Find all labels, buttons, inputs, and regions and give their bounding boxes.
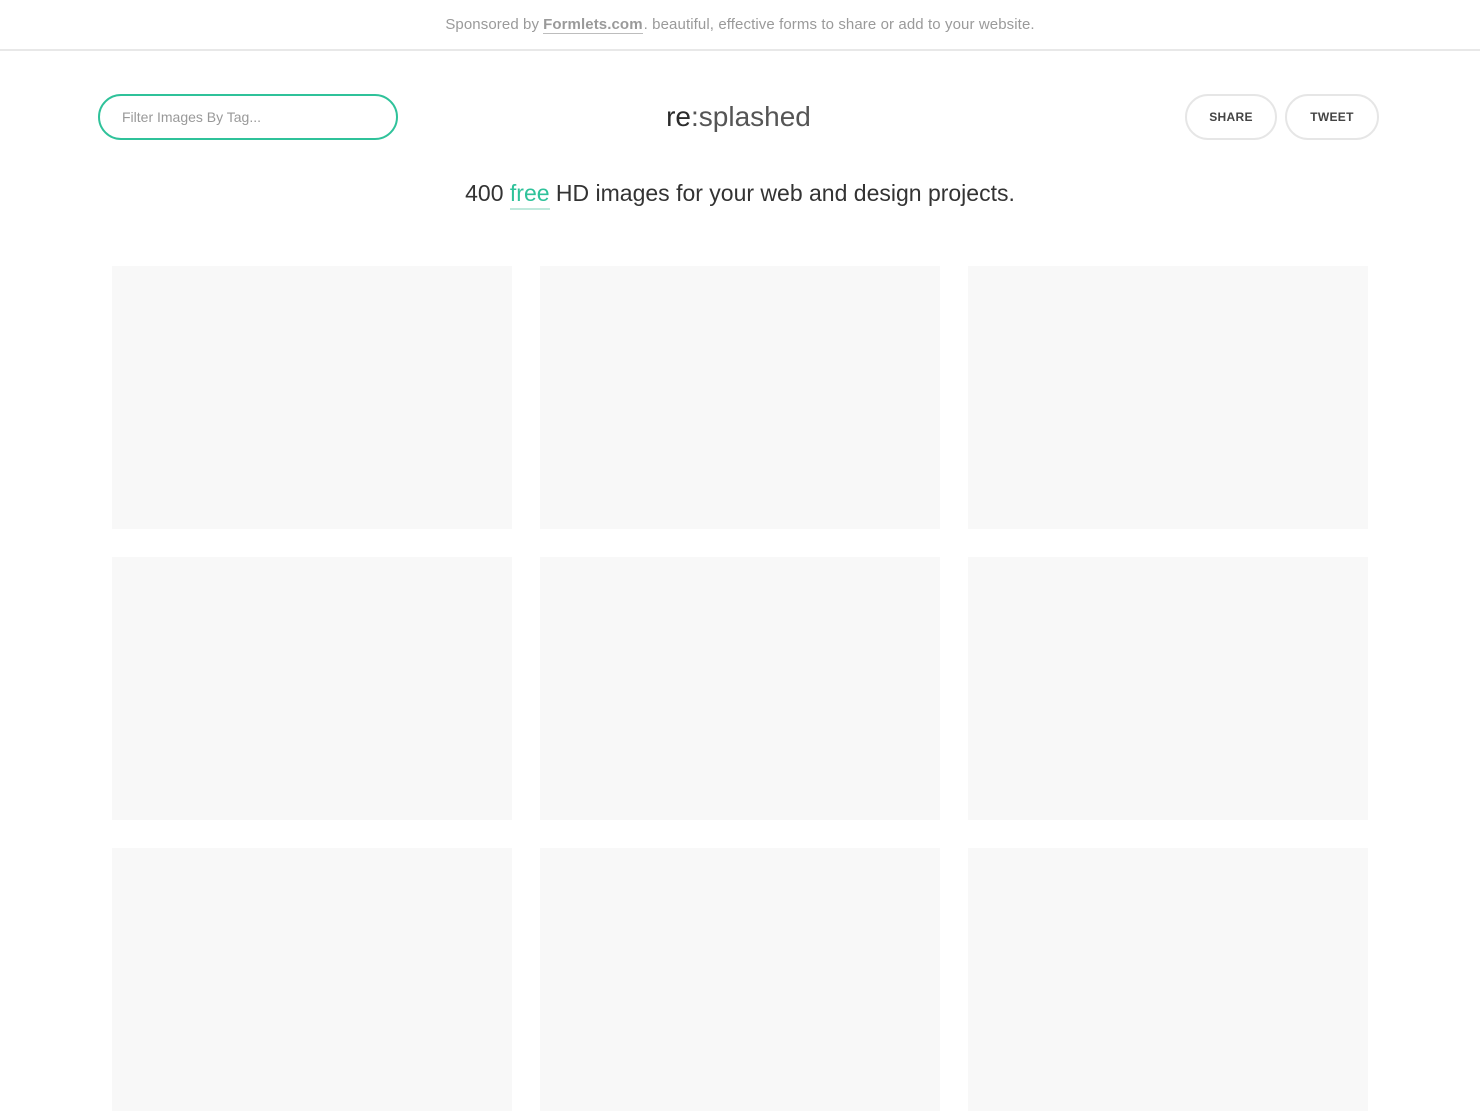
image-tile[interactable] (112, 848, 512, 1111)
image-tile[interactable] (540, 557, 940, 820)
image-grid (112, 266, 1368, 1111)
logo-splashed: :splashed (691, 101, 811, 132)
tagline-rest: HD images for your web and design projec… (555, 180, 1015, 206)
tweet-button[interactable]: TWEET (1285, 94, 1379, 140)
image-tile[interactable] (112, 266, 512, 529)
tagline-count: 400 (465, 180, 504, 206)
sponsor-suffix: . beautiful, effective forms to share or… (643, 16, 1035, 33)
social-buttons: SHARE TWEET (1185, 94, 1379, 140)
tagline: 400 free HD images for your web and desi… (0, 180, 1480, 210)
image-tile[interactable] (968, 557, 1368, 820)
sponsor-link[interactable]: Formlets.com (543, 16, 643, 34)
image-tile[interactable] (540, 266, 940, 529)
image-tile[interactable] (112, 557, 512, 820)
tagline-free: free (509, 180, 550, 210)
logo-re: re (666, 101, 692, 132)
sponsor-bar: Sponsored by Formlets.com . beautiful, e… (0, 0, 1480, 51)
share-button[interactable]: SHARE (1185, 94, 1277, 140)
image-tile[interactable] (968, 266, 1368, 529)
image-tile[interactable] (968, 848, 1368, 1111)
tag-filter-input[interactable] (98, 94, 398, 140)
sponsor-prefix: Sponsored by (445, 16, 540, 33)
header: re:splashed SHARE TWEET (98, 94, 1379, 140)
image-tile[interactable] (540, 848, 940, 1111)
